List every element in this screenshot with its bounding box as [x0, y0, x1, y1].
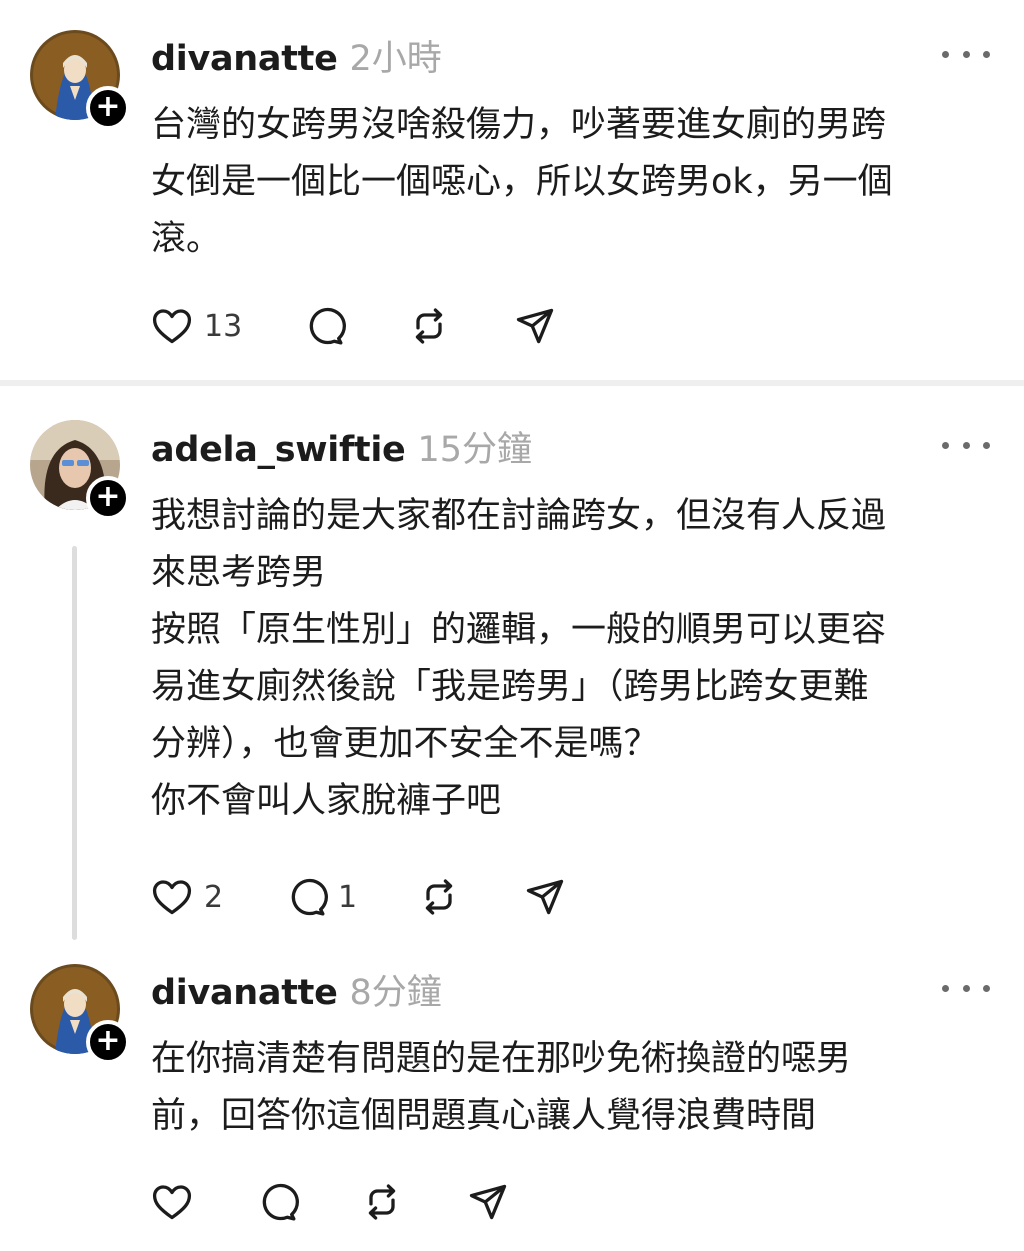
repost-button[interactable]	[360, 1178, 404, 1226]
heart-icon	[150, 875, 194, 919]
like-button[interactable]	[150, 1178, 194, 1226]
reply-button[interactable]	[255, 1178, 299, 1226]
reply-button[interactable]	[302, 302, 346, 350]
share-button[interactable]	[523, 873, 567, 921]
repost-button[interactable]	[417, 873, 461, 921]
repost-icon	[417, 875, 461, 919]
post-text: 台灣的女跨男沒啥殺傷力，吵著要進女廁的男跨 女倒是一個比一個噁心，所以女跨男ok…	[151, 105, 893, 259]
action-bar: 2 1	[150, 873, 570, 921]
like-button[interactable]: 2	[150, 873, 223, 921]
thread-line	[72, 546, 77, 940]
reply-count: 1	[338, 879, 358, 915]
follow-button[interactable]: +	[86, 1020, 130, 1064]
username[interactable]: divanatte	[151, 39, 338, 79]
comment-bubble-icon	[284, 875, 328, 919]
follow-button[interactable]: +	[86, 476, 130, 520]
post-header: divanatte 2小時	[151, 30, 442, 80]
share-button[interactable]	[513, 302, 557, 350]
more-dots-icon[interactable]	[942, 435, 990, 455]
send-icon	[466, 1180, 510, 1224]
heart-icon	[150, 1180, 194, 1224]
follow-button[interactable]: +	[86, 86, 130, 130]
repost-icon	[407, 304, 451, 348]
timestamp: 15分鐘	[417, 430, 533, 470]
repost-icon	[360, 1180, 404, 1224]
username[interactable]: divanatte	[151, 973, 338, 1013]
more-dots-icon[interactable]	[942, 978, 990, 998]
comment-bubble-icon	[302, 304, 346, 348]
post-divider	[0, 380, 1024, 386]
repost-button[interactable]	[407, 302, 451, 350]
post-header: adela_swiftie 15分鐘	[151, 421, 532, 471]
like-count: 2	[204, 879, 224, 915]
post-text: 在你搞清楚有問題的是在那吵免術換證的噁男 前，回答你這個問題真心讓人覺得浪費時間	[151, 1039, 852, 1136]
more-dots-icon[interactable]	[942, 44, 990, 64]
reply-button[interactable]: 1	[284, 873, 357, 921]
post-header: divanatte 8分鐘	[151, 964, 442, 1014]
post-text: 我想討論的是大家都在討論跨女，但沒有人反過 來思考跨男 按照「原生性別」的邏輯，…	[151, 496, 887, 821]
heart-icon	[150, 304, 194, 348]
like-button[interactable]: 13	[150, 302, 242, 350]
action-bar: 13	[150, 302, 570, 350]
comment-bubble-icon	[255, 1180, 299, 1224]
timestamp: 2小時	[349, 39, 442, 79]
username[interactable]: adela_swiftie	[151, 430, 406, 470]
like-count: 13	[204, 308, 243, 344]
send-icon	[523, 875, 567, 919]
action-bar	[150, 1178, 530, 1226]
share-button[interactable]	[466, 1178, 510, 1226]
send-icon	[513, 304, 557, 348]
timestamp: 8分鐘	[349, 973, 442, 1013]
